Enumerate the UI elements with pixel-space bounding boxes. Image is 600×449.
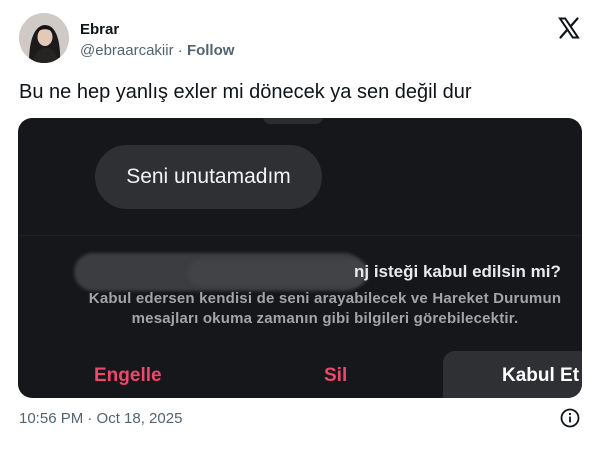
- display-name[interactable]: Ebrar: [80, 20, 234, 39]
- info-icon[interactable]: [560, 408, 580, 428]
- author-block: Ebrar @ebraarcakiir · Follow: [80, 20, 234, 60]
- accept-button[interactable]: Kabul Et: [443, 351, 582, 398]
- request-desc-line1: Kabul edersen kendisi de seni arayabilec…: [88, 290, 562, 307]
- delete-button[interactable]: Sil: [324, 351, 347, 398]
- redaction-smudge-inner: [188, 259, 368, 287]
- follow-button[interactable]: Follow: [187, 42, 235, 59]
- avatar-photo: [19, 13, 69, 63]
- tweet-text: Bu ne hep yanlış exler mi dönecek ya sen…: [19, 81, 472, 103]
- separator: ·: [177, 42, 183, 59]
- divider: [18, 235, 582, 236]
- media-screenshot[interactable]: Seni unutamadım nj isteği kabul edilsin …: [18, 118, 582, 398]
- top-redaction: [263, 118, 323, 124]
- tweet-timestamp[interactable]: 10:56 PM · Oct 18, 2025: [19, 410, 182, 427]
- x-logo-icon[interactable]: [557, 16, 581, 40]
- handle-row: @ebraarcakiir · Follow: [80, 41, 234, 60]
- handle[interactable]: @ebraarcakiir: [80, 42, 174, 59]
- tweet-header: Ebrar @ebraarcakiir · Follow: [19, 13, 581, 65]
- request-desc-line2: mesajları okuma zamanın gibi bilgileri g…: [131, 310, 519, 327]
- request-title: nj isteği kabul edilsin mi?: [354, 262, 561, 281]
- avatar[interactable]: [19, 13, 69, 63]
- block-button[interactable]: Engelle: [94, 351, 162, 398]
- request-description: Kabul edersen kendisi de seni arayabilec…: [18, 289, 582, 329]
- action-bar: Engelle Sil Kabul Et: [18, 351, 582, 398]
- message-bubble: Seni unutamadım: [95, 145, 322, 209]
